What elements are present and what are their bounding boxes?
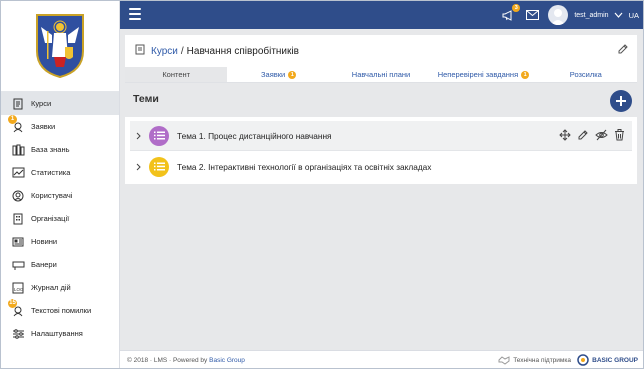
chevron-right-icon[interactable]	[133, 163, 143, 171]
avatar[interactable]	[548, 5, 569, 25]
text-errors-badge: 15	[8, 298, 17, 308]
settings-icon	[11, 327, 25, 341]
sidebar-item-requests[interactable]: 1 Заявки	[1, 114, 119, 138]
tab-label: Розсилка	[569, 70, 602, 79]
footer: © 2018 · LMS · Powered by Basic Group Те…	[120, 350, 643, 368]
svg-text:LOG: LOG	[14, 287, 24, 292]
brand-name: BASIC GROUP	[592, 356, 638, 364]
action-log-icon: LOG	[11, 281, 25, 295]
top-bar: 3 test_admin UA	[120, 1, 643, 29]
logo	[1, 1, 119, 92]
sidebar-item-label: Новини	[31, 237, 58, 246]
trash-icon[interactable]	[612, 128, 626, 142]
sidebar-item-news[interactable]: Новини	[1, 230, 119, 253]
topic-title: Тема 1. Процес дистанційного навчання	[177, 130, 332, 141]
hamburger-menu-icon[interactable]	[129, 8, 141, 20]
tab-unchecked-tasks[interactable]: Неперевірені завдання 1	[432, 67, 534, 82]
sidebar-item-knowledge-base[interactable]: База знань	[1, 138, 119, 161]
username[interactable]: test_admin	[574, 12, 608, 19]
sidebar-item-action-log[interactable]: LOG Журнал дій	[1, 276, 119, 299]
app-window: Курси 1 Заявки База знань Статистика Кор…	[0, 0, 644, 369]
language-selector[interactable]: UA	[629, 11, 639, 20]
breadcrumb-courses-link[interactable]: Курси	[151, 46, 178, 57]
copyright-text: © 2018 · LMS · Powered by	[127, 357, 208, 364]
tab-label: Неперевірені завдання	[437, 70, 519, 79]
sidebar-item-label: Банери	[31, 260, 57, 269]
page-title: Навчання співробітників	[186, 45, 299, 57]
text-errors-icon: 15	[8, 298, 25, 318]
topic-list-icon	[149, 125, 169, 146]
requests-badge: 1	[8, 114, 17, 124]
sidebar-item-label: Користувачі	[31, 191, 73, 200]
sidebar-item-label: Статистика	[31, 168, 71, 177]
brand-logo: BASIC GROUP	[577, 354, 638, 366]
sidebar-item-statistics[interactable]: Статистика	[1, 161, 119, 184]
tab-label: Заявки	[261, 70, 286, 79]
megaphone-icon[interactable]: 3	[500, 4, 521, 23]
topic-list-icon	[149, 156, 169, 177]
course-panel: Курси / Навчання співробітників Контент …	[125, 35, 637, 184]
organizations-icon	[11, 212, 25, 226]
sidebar-item-label: База знань	[31, 145, 70, 154]
notifications-badge: 3	[512, 4, 521, 12]
requests-icon: 1	[8, 114, 25, 134]
statistics-icon	[11, 166, 25, 180]
sidebar-item-label: Заявки	[31, 122, 56, 131]
hide-icon[interactable]	[594, 128, 608, 142]
sidebar: Курси 1 Заявки База знань Статистика Кор…	[1, 1, 120, 368]
course-icon	[11, 97, 25, 111]
knowledge-base-icon	[11, 143, 25, 157]
tab-bar: Контент Заявки 1 Навчальні плани Непереві…	[125, 67, 637, 83]
tab-study-plans[interactable]: Навчальні плани	[330, 67, 432, 82]
move-icon[interactable]	[558, 128, 572, 142]
copyright: © 2018 · LMS · Powered by Basic Group	[127, 357, 245, 364]
sidebar-item-label: Курси	[31, 99, 52, 108]
sidebar-item-settings[interactable]: Налаштування	[1, 322, 119, 345]
sidebar-item-courses[interactable]: Курси	[1, 92, 119, 115]
tab-label: Контент	[162, 70, 191, 79]
sidebar-item-label: Журнал дій	[31, 283, 71, 292]
course-icon	[135, 44, 145, 58]
brand-icon	[577, 354, 589, 366]
chevron-down-icon[interactable]	[614, 11, 623, 20]
breadcrumb-separator: /	[180, 45, 184, 57]
topic-row[interactable]: Тема 1. Процес дистанційного навчання	[130, 121, 632, 150]
sidebar-item-users[interactable]: Користувачі	[1, 184, 119, 207]
add-topic-button[interactable]	[610, 90, 632, 112]
section-title: Теми	[133, 93, 159, 105]
users-icon	[11, 189, 25, 203]
mail-icon[interactable]	[524, 7, 540, 23]
sidebar-item-text-errors[interactable]: 15 Текстові помилки	[1, 298, 119, 322]
plus-icon	[616, 96, 626, 106]
tab-label: Навчальні плани	[351, 70, 411, 79]
support-label: Технічна підтримка	[513, 356, 571, 364]
powered-by-link[interactable]: Basic Group	[209, 357, 245, 364]
sidebar-item-label: Налаштування	[31, 329, 83, 338]
chevron-right-icon[interactable]	[133, 132, 143, 140]
tab-requests[interactable]: Заявки 1	[227, 67, 329, 82]
topics-header: Теми	[125, 83, 637, 117]
breadcrumb: Курси / Навчання співробітників	[135, 44, 299, 58]
tab-badge: 1	[521, 70, 530, 79]
coat-of-arms-icon	[36, 14, 84, 79]
support-link[interactable]: Технічна підтримка	[498, 355, 571, 365]
main-content: Курси / Навчання співробітників Контент …	[120, 29, 643, 350]
topic-title: Тема 2. Інтерактивні технології в органі…	[177, 161, 432, 172]
sidebar-item-label: Текстові помилки	[31, 306, 92, 315]
handshake-icon	[498, 356, 510, 365]
tab-mailing[interactable]: Розсилка	[535, 67, 637, 82]
edit-icon[interactable]	[576, 128, 590, 142]
tab-badge: 1	[288, 70, 297, 79]
news-icon	[11, 235, 25, 249]
edit-course-icon[interactable]	[617, 43, 629, 55]
sidebar-item-label: Організації	[31, 214, 70, 223]
topic-row[interactable]: Тема 2. Інтерактивні технології в органі…	[130, 152, 632, 181]
sidebar-item-banners[interactable]: Банери	[1, 253, 119, 276]
divider	[130, 150, 632, 151]
banners-icon	[11, 258, 25, 272]
tab-content[interactable]: Контент	[125, 67, 228, 82]
sidebar-item-organizations[interactable]: Організації	[1, 207, 119, 230]
